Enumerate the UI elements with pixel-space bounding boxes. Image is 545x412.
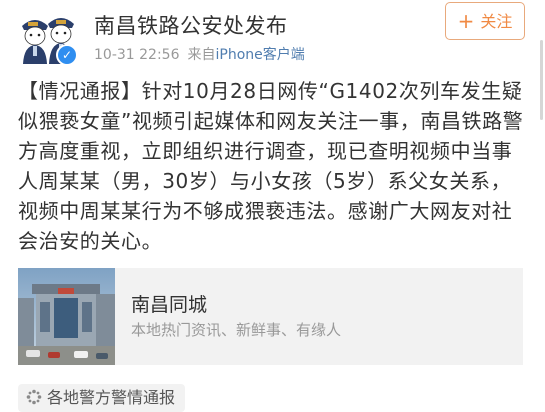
- scrollbar-thumb[interactable]: [540, 40, 543, 120]
- post-text: 【情况通报】针对10月28日网传“G1402次列车发生疑似猥亵女童”视频引起媒体…: [18, 79, 524, 253]
- weibo-post: ✓ 南昌铁路公安处发布 10-31 22:56 来自iPhone客户端 + 关注 【…: [0, 0, 545, 412]
- author-name[interactable]: 南昌铁路公安处发布: [94, 10, 288, 40]
- follow-button[interactable]: + 关注: [445, 2, 525, 40]
- card-thumbnail: [18, 268, 115, 365]
- plus-icon: +: [457, 9, 475, 33]
- post-timestamp: 10-31 22:56: [94, 47, 180, 63]
- source-client-link[interactable]: iPhone客户端: [215, 47, 304, 63]
- link-card[interactable]: 南昌同城 本地热门资讯、新鲜事、有缘人: [18, 268, 523, 365]
- station-photo-icon: [18, 268, 115, 365]
- topic-tag-label: 各地警方警情通报: [47, 388, 176, 407]
- follow-label: 关注: [480, 12, 513, 31]
- source-prefix: 来自: [187, 47, 216, 63]
- post-meta: 10-31 22:56 来自iPhone客户端: [94, 44, 305, 64]
- flower-dots-icon: [26, 389, 42, 405]
- topic-tag[interactable]: 各地警方警情通报: [18, 384, 186, 412]
- verified-badge-icon: ✓: [56, 44, 78, 66]
- card-description: 本地热门资讯、新鲜事、有缘人: [131, 321, 342, 339]
- card-title: 南昌同城: [131, 294, 208, 316]
